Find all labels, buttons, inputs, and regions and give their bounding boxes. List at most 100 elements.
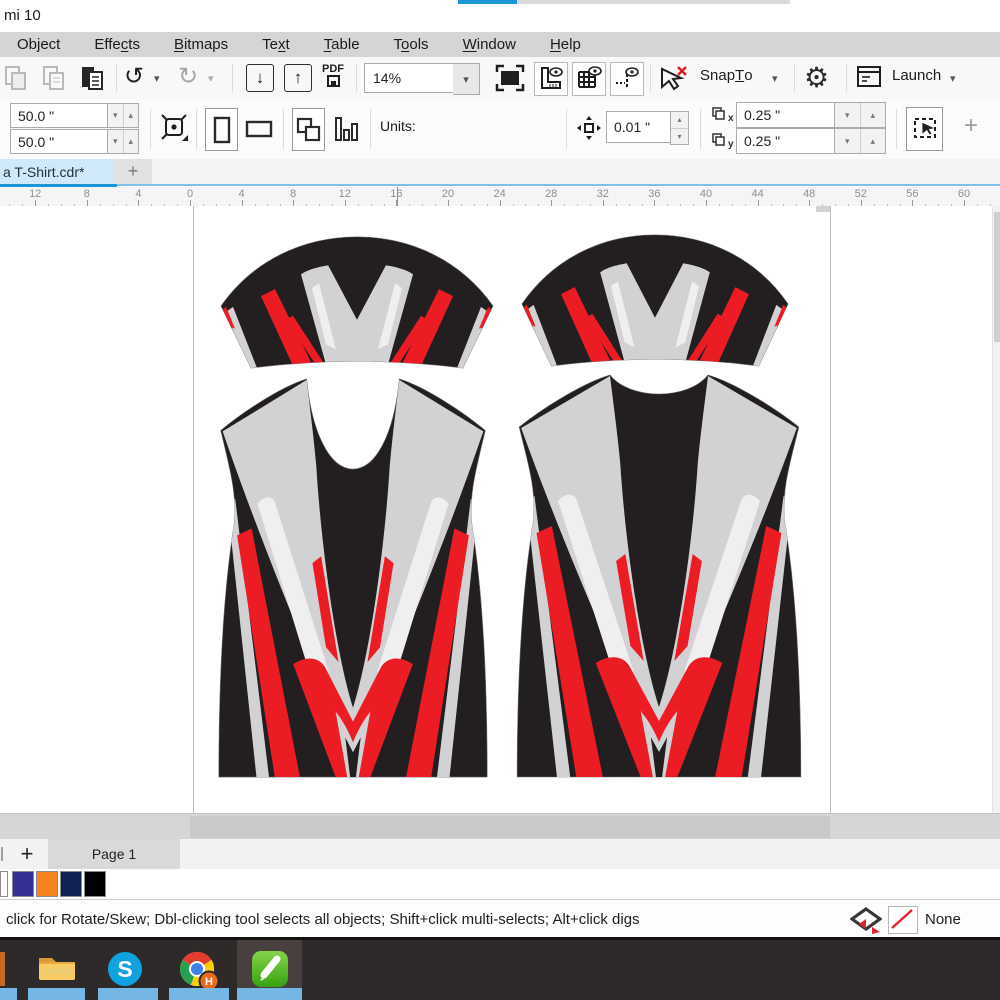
ruler-label: 28	[545, 188, 557, 200]
zoom-dropdown-caret[interactable]: ▾	[453, 63, 480, 95]
nudge-distance-icon	[576, 115, 602, 141]
jersey-body-front[interactable]	[213, 373, 493, 779]
page-tab[interactable]: Page 1	[48, 839, 180, 869]
redo-icon[interactable]: ↻	[178, 65, 198, 89]
ruler-label: 56	[906, 188, 918, 200]
color-swatch[interactable]	[12, 871, 34, 897]
menu-table[interactable]: Table	[307, 36, 377, 53]
outline-none-label: None	[925, 900, 961, 938]
separator	[896, 109, 897, 149]
ruler-label: 44	[751, 188, 763, 200]
menu-help[interactable]: Help	[533, 36, 598, 53]
file-explorer-icon[interactable]	[37, 950, 77, 984]
duplicate-y-icon: y	[712, 133, 734, 150]
menu-window[interactable]: Window	[446, 36, 533, 53]
vertical-scrollbar[interactable]	[992, 206, 1000, 813]
ruler-label: 12	[29, 188, 41, 200]
launch-caret[interactable]: ▾	[950, 72, 956, 85]
horizontal-scrollbar-thumb[interactable]	[190, 816, 830, 838]
ruler-label: 48	[803, 188, 815, 200]
duplicate-x-spinner[interactable]: ▾▴	[834, 102, 886, 128]
color-swatch[interactable]	[60, 871, 82, 897]
paste-icon[interactable]	[80, 65, 104, 91]
undo-icon[interactable]: ↺	[124, 65, 144, 89]
per-page-layers-button[interactable]	[330, 108, 361, 149]
landscape-button[interactable]	[243, 108, 274, 149]
fill-indicator-icon[interactable]	[850, 907, 882, 935]
menu-object[interactable]: Object	[0, 36, 77, 53]
snap-off-icon[interactable]	[658, 63, 690, 93]
jersey-body-back[interactable]	[511, 369, 807, 779]
all-pages-button[interactable]	[292, 108, 325, 151]
ruler-label: 8	[84, 188, 90, 200]
menu-tools[interactable]: Tools	[377, 36, 446, 53]
running-app-indicator	[0, 988, 17, 1000]
publish-pdf-icon[interactable]: PDF	[322, 63, 344, 87]
duplicate-x-field[interactable]: 0.25 "	[736, 102, 841, 128]
copy-icon[interactable]	[42, 65, 66, 91]
separator	[150, 109, 151, 149]
document-tab[interactable]: a T-Shirt.cdr*	[0, 159, 114, 184]
green-note-icon[interactable]	[251, 950, 289, 988]
tab-underline	[0, 184, 1000, 186]
nudge-spinner[interactable]: ▴▾	[670, 111, 689, 145]
jersey-sleeve-piece-front[interactable]	[217, 229, 497, 373]
drawing-canvas[interactable]	[0, 206, 1000, 813]
redo-dropdown-caret[interactable]: ▾	[208, 72, 214, 85]
page-width-spinner[interactable]: ▾▴	[107, 103, 139, 128]
ruler-label: 40	[700, 188, 712, 200]
vertical-scrollbar-thumb[interactable]	[994, 212, 1000, 342]
ruler-label: 24	[493, 188, 505, 200]
menu-effects[interactable]: Effects	[77, 36, 157, 53]
snap-to-label[interactable]: Snap To	[700, 67, 753, 84]
fullscreen-preview-icon[interactable]	[494, 63, 526, 93]
show-guidelines-button[interactable]	[610, 62, 644, 96]
ruler-label: 8	[290, 188, 296, 200]
ruler-label: 32	[597, 188, 609, 200]
running-app-indicator	[28, 988, 85, 1000]
ruler-label: 36	[648, 188, 660, 200]
autofit-page-icon[interactable]	[158, 111, 190, 145]
taskbar-partial-icon[interactable]	[0, 952, 5, 986]
new-document-tab-button[interactable]: +	[114, 159, 152, 184]
page-width-field[interactable]: 50.0 "	[10, 103, 114, 128]
import-icon[interactable]: ↓	[246, 64, 274, 92]
outline-none-swatch[interactable]	[888, 906, 918, 934]
page-height-spinner[interactable]: ▾▴	[107, 129, 139, 154]
separator	[846, 64, 847, 92]
duplicate-y-field[interactable]: 0.25 "	[736, 128, 841, 154]
add-property-icon[interactable]: +	[964, 114, 978, 138]
show-rulers-button[interactable]	[534, 62, 568, 96]
options-gear-icon[interactable]: ⚙	[804, 61, 829, 94]
svg-text:H: H	[205, 976, 213, 988]
launch-icon[interactable]	[856, 64, 884, 90]
document-palette	[0, 869, 1000, 899]
color-swatch[interactable]	[36, 871, 58, 897]
menu-text[interactable]: Text	[245, 36, 307, 53]
menu-bitmaps[interactable]: Bitmaps	[157, 36, 245, 53]
separator	[116, 64, 117, 92]
nudge-field[interactable]: 0.01 "	[606, 111, 677, 143]
horizontal-scrollbar[interactable]	[0, 813, 1000, 840]
portrait-button[interactable]	[205, 108, 238, 151]
show-grid-button[interactable]	[572, 62, 606, 96]
snap-to-caret[interactable]: ▾	[772, 72, 778, 85]
corel-draw-window: mi 10 ObjectEffectsBitmapsTextTableTools…	[0, 0, 1000, 1000]
undo-dropdown-caret[interactable]: ▾	[154, 72, 160, 85]
chrome-icon[interactable]: H	[178, 950, 220, 992]
color-swatch[interactable]	[84, 871, 106, 897]
color-swatch[interactable]	[0, 871, 8, 897]
skype-icon[interactable]: S	[106, 950, 144, 988]
treat-as-filled-button[interactable]	[906, 107, 943, 151]
page-nav-partial[interactable]	[1, 847, 3, 861]
jersey-sleeve-piece-back[interactable]	[518, 227, 792, 371]
ruler[interactable]: 128404812162024283236404448525660	[0, 187, 1000, 207]
page-height-field[interactable]: 50.0 "	[10, 129, 114, 154]
zoom-level-field[interactable]: 14%	[364, 63, 462, 93]
paste-special-icon[interactable]	[4, 65, 28, 91]
add-page-button[interactable]: +	[12, 839, 42, 869]
top-accent-segment	[458, 0, 517, 4]
launch-label[interactable]: Launch	[892, 67, 941, 84]
export-icon[interactable]: ↑	[284, 64, 312, 92]
duplicate-y-spinner[interactable]: ▾▴	[834, 128, 886, 154]
